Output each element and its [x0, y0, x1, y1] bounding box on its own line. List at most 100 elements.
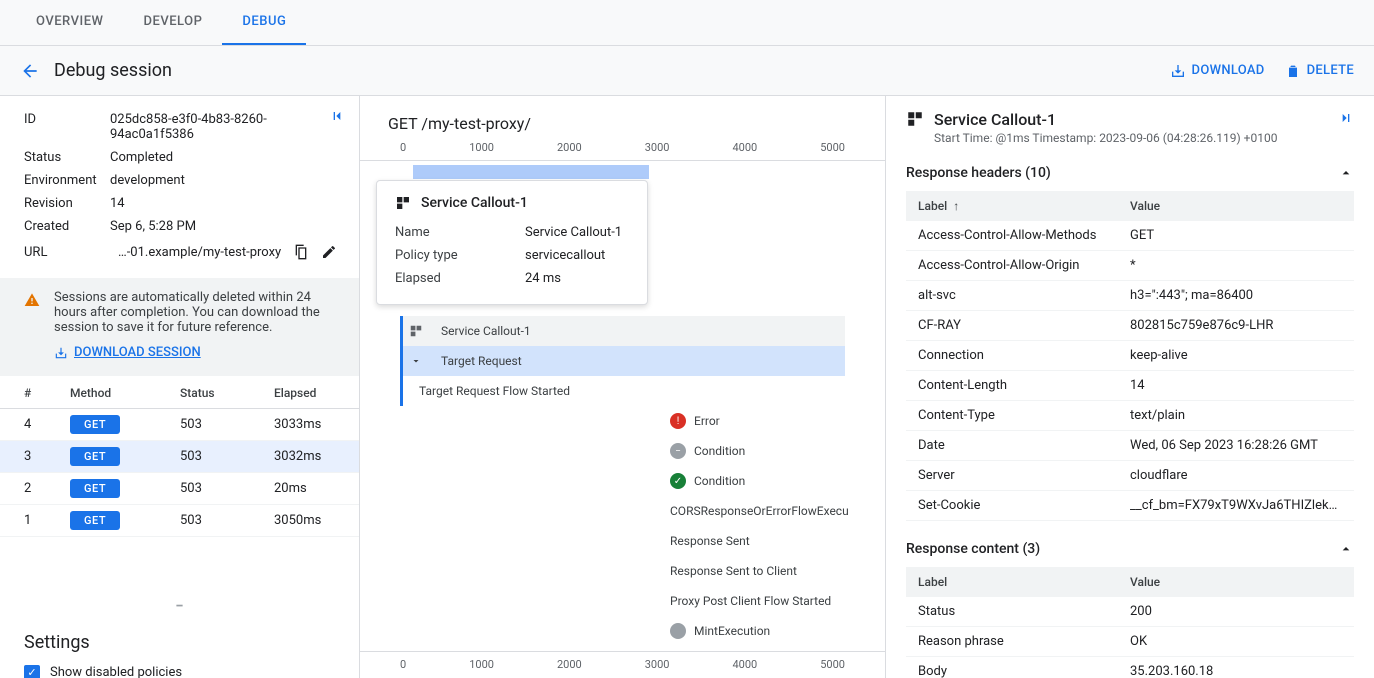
method-badge: GET	[70, 479, 120, 498]
col-value[interactable]: Value	[1130, 199, 1342, 213]
table-row: Access-Control-Allow-MethodsGET	[906, 221, 1354, 251]
table-row: Status200	[906, 597, 1354, 627]
table-row: Access-Control-Allow-Origin*	[906, 251, 1354, 281]
edit-icon[interactable]	[319, 242, 339, 262]
back-arrow-icon[interactable]	[20, 61, 40, 81]
col-status: Status	[180, 386, 274, 400]
table-row: Connectionkeep-alive	[906, 341, 1354, 371]
event-column: !Error −Condition ✓Condition CORSRespons…	[670, 406, 886, 646]
request-row[interactable]: 1 GET 503 3050ms	[0, 505, 359, 537]
col-label[interactable]: Label	[918, 575, 1130, 589]
chevron-up-icon	[1338, 541, 1354, 557]
delete-button[interactable]: DELETE	[1285, 63, 1354, 79]
event-mint[interactable]: MintExecution	[670, 616, 886, 646]
timeline-title: GET /my-test-proxy/	[360, 96, 885, 139]
request-row[interactable]: 4 GET 503 3033ms	[0, 409, 359, 441]
method-badge: GET	[70, 447, 120, 466]
meta-env-value: development	[110, 173, 339, 188]
request-row[interactable]: 3 GET 503 3032ms	[0, 441, 359, 473]
policy-icon	[906, 110, 924, 128]
tab-develop[interactable]: DEVELOP	[123, 0, 222, 45]
detail-panel: Service Callout-1 Start Time: @1ms Times…	[886, 96, 1374, 678]
policy-icon	[395, 195, 411, 211]
warning-icon	[24, 292, 40, 364]
download-session-label: DOWNLOAD SESSION	[74, 345, 201, 360]
meta-status-value: Completed	[110, 150, 339, 165]
settings-section: Settings ✓ Show disabled policies ✓ Show…	[0, 616, 359, 678]
axis-top: 0 1000 2000 3000 4000 5000	[360, 139, 885, 161]
method-badge: GET	[70, 511, 120, 530]
chevron-up-icon	[1338, 165, 1354, 181]
table-row: Servercloudflare	[906, 461, 1354, 491]
table-row: DateWed, 06 Sep 2023 16:28:26 GMT	[906, 431, 1354, 461]
settings-title: Settings	[24, 632, 335, 653]
event-condition[interactable]: −Condition	[670, 436, 886, 466]
request-row[interactable]: 2 GET 503 20ms	[0, 473, 359, 505]
drag-handle-icon[interactable]: ━	[0, 597, 359, 616]
response-content-toggle[interactable]: Response content (3)	[886, 531, 1374, 567]
event-cors[interactable]: CORSResponseOrErrorFlowExecu	[670, 496, 886, 526]
delete-label: DELETE	[1307, 63, 1354, 78]
chevron-down-icon	[409, 354, 423, 368]
check-icon: ✓	[670, 473, 686, 489]
table-row: alt-svch3=":443"; ma=86400	[906, 281, 1354, 311]
top-tabs: OVERVIEW DEVELOP DEBUG	[0, 0, 1374, 46]
response-content-table: Label Value Status200 Reason phraseOK Bo…	[906, 567, 1354, 678]
table-row: CF-RAY802815c759e876c9-LHR	[906, 311, 1354, 341]
dot-icon	[670, 623, 686, 639]
meta-url-value: …-01.example/my-test-proxy	[118, 245, 283, 260]
sort-arrow-icon: ↑	[953, 199, 959, 213]
meta-id-label: ID	[24, 112, 110, 142]
table-row: Content-Typetext/plain	[906, 401, 1354, 431]
tab-debug[interactable]: DEBUG	[222, 0, 306, 45]
event-condition[interactable]: ✓Condition	[670, 466, 886, 496]
flow-target-request-started[interactable]: Target Request Flow Started	[400, 376, 845, 406]
tab-overview[interactable]: OVERVIEW	[16, 0, 123, 45]
tooltip-title: Service Callout-1	[421, 195, 528, 211]
checkbox-disabled-label: Show disabled policies	[50, 665, 182, 678]
gantt-bar[interactable]	[413, 165, 649, 179]
table-row: Content-Length14	[906, 371, 1354, 401]
warning-text: Sessions are automatically deleted withi…	[54, 290, 339, 335]
detail-subtitle: Start Time: @1ms Timestamp: 2023-09-06 (…	[934, 131, 1328, 145]
table-row: Body35.203.160.18	[906, 657, 1354, 678]
requests-table: # Method Status Elapsed 4 GET 503 3033ms…	[0, 376, 359, 537]
table-row: Reason phraseOK	[906, 627, 1354, 657]
response-headers-toggle[interactable]: Response headers (10)	[886, 155, 1374, 191]
event-response-sent[interactable]: Response Sent	[670, 526, 886, 556]
policy-icon	[409, 324, 423, 338]
session-meta: ID025dc858-e3f0-4b83-8260-94ac0a1f5386 S…	[0, 96, 359, 278]
collapse-left-icon[interactable]	[329, 108, 345, 124]
event-proxy-post[interactable]: Proxy Post Client Flow Started	[670, 586, 886, 616]
copy-icon[interactable]	[291, 242, 311, 262]
meta-rev-label: Revision	[24, 196, 110, 211]
warning-banner: Sessions are automatically deleted withi…	[0, 278, 359, 376]
minus-icon: −	[670, 443, 686, 459]
method-badge: GET	[70, 415, 120, 434]
expand-right-icon[interactable]	[1338, 110, 1354, 126]
meta-env-label: Environment	[24, 173, 110, 188]
download-session-button[interactable]: DOWNLOAD SESSION	[54, 345, 201, 360]
col-value[interactable]: Value	[1130, 575, 1342, 589]
meta-created-value: Sep 6, 5:28 PM	[110, 219, 339, 234]
table-row: Set-Cookie__cf_bm=FX79xT9WXvJa6THIZlek5…	[906, 491, 1354, 521]
meta-created-label: Created	[24, 219, 110, 234]
policy-tooltip: Service Callout-1 NameService Callout-1 …	[376, 180, 648, 305]
download-button[interactable]: DOWNLOAD	[1170, 63, 1265, 79]
col-label[interactable]: Label↑	[918, 199, 1130, 213]
page-title: Debug session	[54, 60, 1150, 81]
meta-rev-value: 14	[110, 196, 339, 211]
flow-target-request[interactable]: Target Request	[400, 346, 845, 376]
error-icon: !	[670, 413, 686, 429]
left-panel: ID025dc858-e3f0-4b83-8260-94ac0a1f5386 S…	[0, 96, 360, 678]
event-response-client[interactable]: Response Sent to Client	[670, 556, 886, 586]
page-header: Debug session DOWNLOAD DELETE	[0, 46, 1374, 96]
event-error[interactable]: !Error	[670, 406, 886, 436]
download-label: DOWNLOAD	[1192, 63, 1265, 78]
response-headers-table: Label↑ Value Access-Control-Allow-Method…	[906, 191, 1354, 521]
axis-bottom: 0 1000 2000 3000 4000 5000	[360, 651, 885, 677]
meta-status-label: Status	[24, 150, 110, 165]
meta-url-label: URL	[24, 245, 110, 260]
flow-service-callout[interactable]: Service Callout-1	[400, 316, 845, 346]
detail-title: Service Callout-1	[934, 110, 1328, 129]
